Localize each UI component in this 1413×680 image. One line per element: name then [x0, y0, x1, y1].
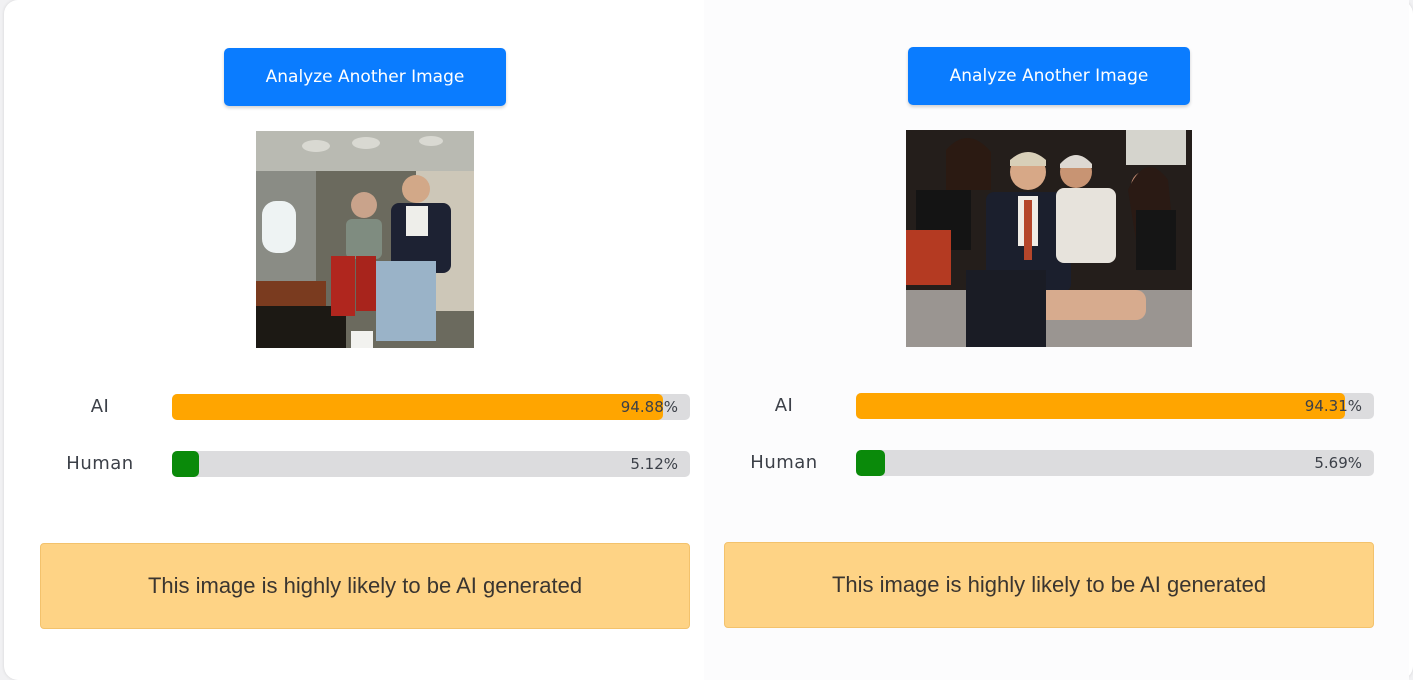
analyze-another-image-button[interactable]: Analyze Another Image — [224, 48, 506, 106]
human-score-label: Human — [750, 452, 818, 473]
ai-score-label: AI — [90, 396, 110, 417]
ai-score-label: AI — [774, 395, 794, 416]
analyzed-image-group-photo — [906, 130, 1192, 347]
ai-score-bar: 94.88% — [172, 394, 690, 420]
human-score-fill — [856, 450, 885, 476]
verdict-message: This image is highly likely to be AI gen… — [724, 542, 1374, 628]
ai-score-bar: 94.31% — [856, 393, 1374, 419]
human-score-bar: 5.12% — [172, 451, 690, 477]
human-score-percent: 5.69% — [1314, 454, 1362, 472]
human-score-label: Human — [66, 453, 134, 474]
ai-score-fill — [856, 393, 1345, 419]
analyzed-image-jet-cabin — [256, 131, 474, 348]
human-score-percent: 5.12% — [630, 455, 678, 473]
ai-score-percent: 94.88% — [620, 398, 678, 416]
human-score-fill — [172, 451, 199, 477]
ai-score-percent: 94.31% — [1304, 397, 1362, 415]
verdict-message: This image is highly likely to be AI gen… — [40, 543, 690, 629]
analyze-another-image-button[interactable]: Analyze Another Image — [908, 47, 1190, 105]
human-score-bar: 5.69% — [856, 450, 1374, 476]
ai-score-fill — [172, 394, 663, 420]
